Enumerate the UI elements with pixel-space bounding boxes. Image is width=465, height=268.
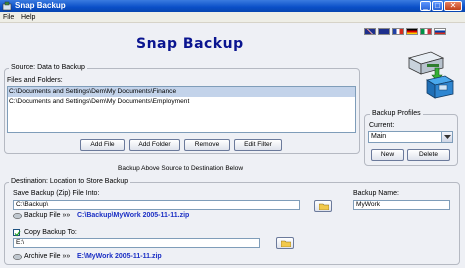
source-group-label: Source: Data to Backup: [9, 64, 87, 71]
copy-location-field[interactable]: E:\: [13, 238, 260, 248]
save-location-field[interactable]: C:\Backup\: [13, 200, 300, 210]
archive-file-path: E:\MyWork 2005-11-11.zip: [77, 253, 162, 260]
language-flags: [364, 28, 446, 35]
browse-save-folder-button[interactable]: [314, 200, 332, 212]
checkmark-icon: [14, 230, 21, 237]
destination-group-label: Destination: Location to Store Backup: [9, 178, 131, 185]
delete-profile-button[interactable]: Delete: [407, 149, 450, 161]
edit-filter-button[interactable]: Edit Filter: [234, 139, 282, 151]
backup-file-label: Backup File »»: [24, 212, 71, 219]
save-backup-label: Save Backup (Zip) File Into:: [13, 190, 100, 197]
backup-direction-hint: Backup Above Source to Destination Below: [118, 165, 244, 172]
files-and-folders-label: Files and Folders:: [7, 77, 63, 84]
maximize-button[interactable]: □: [432, 1, 443, 11]
france-flag-icon[interactable]: [392, 28, 404, 35]
app-icon: [2, 1, 12, 11]
menu-help[interactable]: Help: [21, 14, 35, 21]
list-item[interactable]: C:\Documents and Settings\Dem\My Documen…: [8, 97, 355, 107]
title-bar: Snap Backup _ □ ✕: [0, 0, 465, 12]
backup-file-path: C:\Backup\MyWork 2005-11-11.zip: [77, 212, 190, 219]
add-file-button[interactable]: Add File: [80, 139, 125, 151]
archive-file-label: Archive File »»: [24, 253, 71, 260]
germany-flag-icon[interactable]: [406, 28, 418, 35]
browse-copy-folder-button[interactable]: [276, 237, 294, 249]
snap-backup-logo-icon: [407, 51, 455, 99]
australia-flag-icon[interactable]: [378, 28, 390, 35]
remove-button[interactable]: Remove: [184, 139, 230, 151]
italy-flag-icon[interactable]: [420, 28, 432, 35]
folder-icon: [281, 240, 291, 247]
backup-profiles-label: Backup Profiles: [370, 110, 423, 117]
copy-backup-checkbox[interactable]: [13, 229, 21, 237]
close-button[interactable]: ✕: [444, 1, 462, 11]
backup-name-label: Backup Name:: [353, 190, 399, 197]
disk-icon: [13, 254, 22, 260]
source-list[interactable]: C:\Documents and Settings\Dem\My Documen…: [7, 86, 356, 133]
new-profile-button[interactable]: New: [371, 149, 404, 161]
profile-select[interactable]: Main: [368, 131, 453, 143]
app-title: Snap Backup: [136, 36, 244, 52]
copy-backup-label: Copy Backup To:: [24, 229, 77, 236]
folder-icon: [319, 203, 329, 210]
profile-select-value: Main: [371, 133, 387, 140]
russia-flag-icon[interactable]: [434, 28, 446, 35]
current-profile-label: Current:: [369, 122, 395, 129]
add-folder-button[interactable]: Add Folder: [129, 139, 180, 151]
minimize-button[interactable]: _: [420, 1, 431, 11]
menu-file[interactable]: File: [3, 14, 14, 21]
chevron-down-icon[interactable]: [441, 132, 452, 142]
menu-bar: File Help: [0, 12, 465, 23]
backup-name-field[interactable]: MyWork: [353, 200, 450, 210]
disk-icon: [13, 213, 22, 219]
window-title: Snap Backup: [15, 1, 66, 10]
english-flag-icon[interactable]: [364, 28, 376, 35]
list-item[interactable]: C:\Documents and Settings\Dem\My Documen…: [8, 87, 355, 97]
